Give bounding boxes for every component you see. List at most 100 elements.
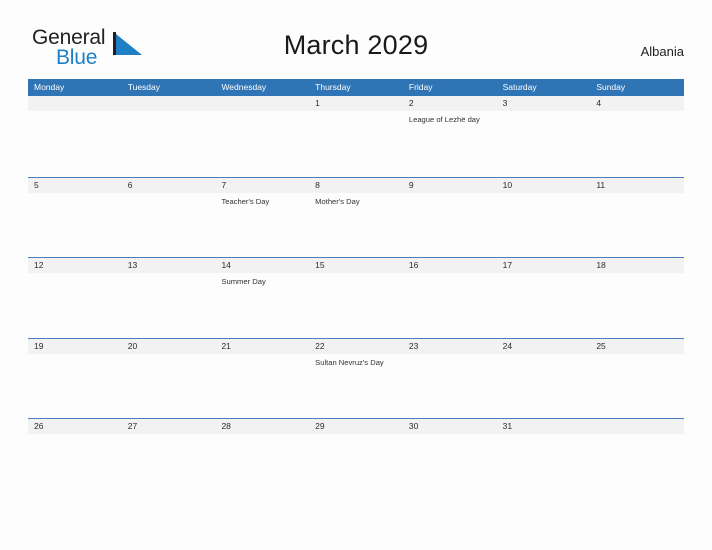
calendar-week-row: 5 6 7 8 9 10 11 Teacher's Day Mother's Day bbox=[28, 176, 684, 258]
day-number[interactable]: 1 bbox=[309, 96, 403, 111]
week-number-strip: 5 6 7 8 9 10 11 bbox=[28, 177, 684, 193]
day-number[interactable]: 13 bbox=[122, 258, 216, 273]
day-number[interactable]: 24 bbox=[497, 339, 591, 354]
day-cell[interactable] bbox=[122, 273, 216, 337]
week-number-strip: 1234 bbox=[28, 96, 684, 111]
day-cell[interactable] bbox=[28, 354, 122, 418]
day-cell[interactable] bbox=[590, 354, 684, 418]
day-number[interactable]: 26 bbox=[28, 419, 122, 434]
day-cell[interactable] bbox=[497, 354, 591, 418]
weekday-header-friday: Friday bbox=[408, 82, 433, 92]
day-cell[interactable] bbox=[309, 434, 403, 498]
day-cell[interactable] bbox=[403, 434, 497, 498]
day-cell[interactable]: Mother's Day bbox=[309, 193, 403, 257]
day-cell[interactable] bbox=[497, 273, 591, 337]
day-cell[interactable] bbox=[122, 354, 216, 418]
holiday-event-label: Sultan Nevruz's Day bbox=[315, 357, 384, 367]
calendar-week-row: 12 13 14 15 16 17 18 Summer Day bbox=[28, 257, 684, 338]
day-number[interactable]: 12 bbox=[28, 258, 122, 273]
day-cell[interactable] bbox=[497, 111, 591, 175]
day-cell[interactable]: Summer Day bbox=[215, 273, 309, 337]
day-cell[interactable] bbox=[590, 434, 684, 498]
day-cell[interactable]: Teacher's Day bbox=[215, 193, 309, 257]
day-number[interactable]: 9 bbox=[403, 178, 497, 193]
day-cell[interactable] bbox=[403, 193, 497, 257]
week-event-strip: Teacher's Day Mother's Day bbox=[28, 192, 684, 257]
day-number-empty bbox=[28, 96, 122, 111]
holiday-event-label: Summer Day bbox=[221, 277, 266, 286]
weekday-header-monday: Monday bbox=[34, 82, 65, 92]
day-number[interactable]: 18 bbox=[590, 258, 684, 273]
holiday-event-label: Teacher's Day bbox=[221, 196, 270, 206]
day-number[interactable]: 3 bbox=[497, 96, 591, 111]
day-number[interactable]: 25 bbox=[590, 339, 684, 354]
day-cell[interactable] bbox=[403, 354, 497, 418]
day-cell[interactable]: League of Lezhë day bbox=[403, 111, 497, 175]
weekday-header-thursday: Thursday bbox=[315, 82, 351, 92]
day-number-empty bbox=[215, 96, 309, 111]
day-number[interactable]: 10 bbox=[497, 178, 591, 193]
day-cell[interactable]: Sultan Nevruz's Day bbox=[309, 354, 403, 418]
week-number-strip: 26 27 28 29 30 31 bbox=[28, 419, 684, 434]
page-title: March 2029 bbox=[283, 30, 429, 60]
day-number[interactable]: 2 bbox=[403, 96, 497, 111]
day-cell[interactable] bbox=[590, 273, 684, 337]
week-number-strip: 12 13 14 15 16 17 18 bbox=[28, 258, 684, 273]
day-number[interactable]: 20 bbox=[122, 339, 216, 354]
day-number[interactable]: 31 bbox=[497, 419, 591, 434]
day-number[interactable]: 8 bbox=[309, 178, 403, 193]
day-number[interactable]: 6 bbox=[122, 178, 216, 193]
day-number[interactable]: 22 bbox=[309, 339, 403, 354]
weekday-header-tuesday: Tuesday bbox=[127, 82, 161, 92]
day-number[interactable]: 17 bbox=[497, 258, 591, 273]
day-cell[interactable] bbox=[590, 111, 684, 175]
day-number[interactable]: 21 bbox=[215, 339, 309, 354]
day-number[interactable]: 7 bbox=[215, 178, 309, 193]
day-cell[interactable] bbox=[122, 193, 216, 257]
day-cell[interactable] bbox=[309, 273, 403, 337]
day-number[interactable]: 30 bbox=[403, 419, 497, 434]
weekday-header-sunday: Sunday bbox=[596, 82, 626, 92]
day-number-empty bbox=[590, 419, 684, 434]
week-event-strip: Sultan Nevruz's Day bbox=[28, 353, 684, 418]
day-cell[interactable] bbox=[309, 111, 403, 175]
calendar-weeks: 1 2 3 4 League of Lezhë day 5 6 7 8 9 10 11 Teacher'… bbox=[28, 96, 684, 499]
day-number[interactable]: 5 bbox=[28, 178, 122, 193]
day-cell[interactable] bbox=[497, 434, 591, 498]
day-cell[interactable] bbox=[28, 111, 122, 175]
calendar-week-row: 26 27 28 29 30 31 bbox=[28, 418, 684, 499]
holiday-event-label: League of Lezhë day bbox=[408, 115, 480, 124]
day-cell[interactable] bbox=[215, 434, 309, 498]
day-cell[interactable] bbox=[28, 273, 122, 337]
calendar-table: Monday Tuesday Wednesday Thursday Friday Satu… bbox=[28, 79, 684, 499]
day-cell[interactable] bbox=[122, 111, 216, 175]
day-number[interactable]: 16 bbox=[403, 258, 497, 273]
country-label: Albania bbox=[640, 44, 684, 59]
day-number[interactable]: 14 bbox=[215, 258, 309, 273]
day-number-empty bbox=[122, 96, 216, 111]
day-cell[interactable] bbox=[28, 193, 122, 257]
weekday-header-saturday: Saturday bbox=[502, 82, 537, 92]
calendar-page: General Blue March 2029 Albania Monday Tu… bbox=[0, 0, 712, 550]
day-number[interactable]: 28 bbox=[215, 419, 309, 434]
week-number-strip: 19 20 21 22 23 24 25 bbox=[28, 338, 684, 354]
day-number[interactable]: 29 bbox=[309, 419, 403, 434]
day-cell[interactable] bbox=[215, 111, 309, 175]
day-number[interactable]: 11 bbox=[590, 178, 684, 193]
weekday-header-wednesday: Wednesday bbox=[221, 82, 267, 92]
day-cell[interactable] bbox=[497, 193, 591, 257]
day-cell[interactable] bbox=[403, 273, 497, 337]
day-cell[interactable] bbox=[590, 193, 684, 257]
day-number[interactable]: 19 bbox=[28, 339, 122, 354]
day-number[interactable]: 27 bbox=[122, 419, 216, 434]
week-event-strip bbox=[28, 434, 684, 498]
day-cell[interactable] bbox=[122, 434, 216, 498]
day-cell[interactable] bbox=[28, 434, 122, 498]
day-number[interactable]: 23 bbox=[403, 339, 497, 354]
holiday-event-label: Mother's Day bbox=[315, 196, 360, 206]
week-event-strip: League of Lezhë day bbox=[28, 111, 684, 175]
day-number[interactable]: 15 bbox=[309, 258, 403, 273]
week-event-strip: Summer Day bbox=[28, 273, 684, 337]
day-cell[interactable] bbox=[215, 354, 309, 418]
day-number[interactable]: 4 bbox=[590, 96, 684, 111]
